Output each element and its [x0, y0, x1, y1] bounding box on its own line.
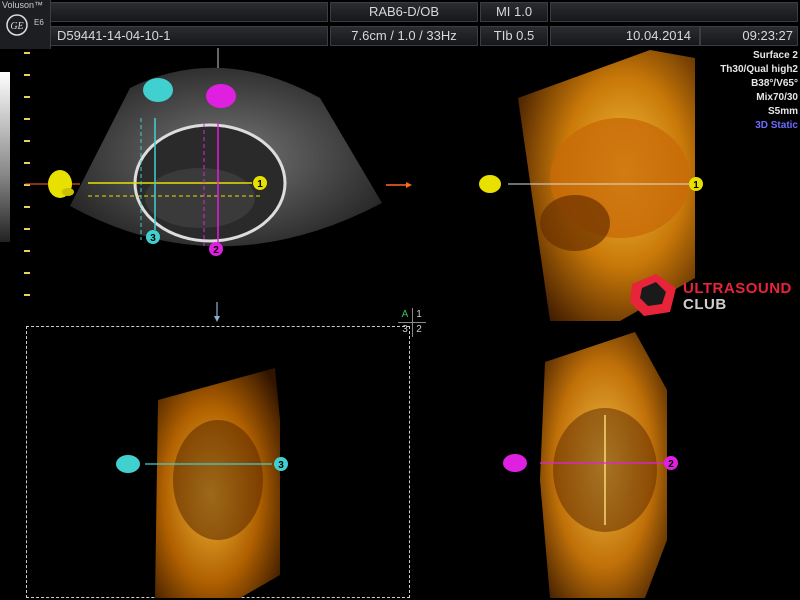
plane-a-sector-view[interactable]: 1 3 2: [20, 48, 420, 318]
ultrasound-club-logo: [630, 274, 676, 316]
grid-cell-a[interactable]: A: [398, 308, 413, 323]
exam-time: 09:23:27: [700, 26, 798, 46]
watermark-line-2: CLUB: [683, 296, 727, 313]
plane-3-marker-label: 3: [150, 233, 156, 244]
fetal-face-shadow: [540, 195, 610, 251]
orientation-arrow-icon: [386, 182, 412, 188]
fetal-head-icon-magenta-d: [503, 454, 527, 472]
svg-text:GE: GE: [10, 21, 23, 32]
fetal-head-icon-yellow-b: [479, 175, 501, 193]
model-name: E6: [34, 18, 44, 27]
fetal-head-icon-cyan: [143, 78, 173, 102]
threshold-quality: Th30/Qual high2: [720, 64, 798, 75]
tib-value: TIb 0.5: [480, 26, 548, 46]
grid-cell-2[interactable]: 2: [412, 323, 426, 337]
plane-3-marker-c-label: 3: [278, 460, 284, 471]
grey-scale-bar: [0, 72, 10, 242]
plane-2-marker-d-label: 2: [668, 459, 674, 470]
render-angles: B38°/V65°: [751, 78, 798, 89]
brand-logo-box: Voluson™ GE E6: [0, 0, 51, 49]
exam-date: 10.04.2014: [550, 26, 700, 46]
plane-1-marker-b[interactable]: 1: [689, 177, 703, 191]
brain-structure: [145, 168, 255, 228]
plane-2-marker[interactable]: 2: [209, 242, 223, 256]
plane-1-marker[interactable]: 1: [253, 176, 267, 190]
slice-thickness: S5mm: [767, 106, 798, 117]
mi-value: MI 1.0: [480, 2, 548, 22]
plane-1-marker-b-label: 1: [693, 180, 699, 191]
fetal-head-icon-cyan-c: [116, 455, 140, 473]
patient-id: D59441-14-04-10-1: [50, 26, 328, 46]
plane-c-3d-render[interactable]: 3: [100, 360, 300, 600]
scan-params: 7.6cm / 1.0 / 33Hz: [330, 26, 478, 46]
fetal-head-icon-yellow: [48, 170, 74, 198]
status-header: Voluson™ GE E6 RAB6-D/OB MI 1.0 D59441-1…: [0, 0, 800, 49]
render-mode: Surface 2: [752, 50, 798, 61]
plane-3-marker[interactable]: 3: [146, 230, 160, 244]
grid-cell-1[interactable]: 1: [412, 308, 426, 323]
fetal-head-icon-magenta: [206, 84, 236, 108]
brand-name: Voluson™: [2, 0, 44, 10]
ge-logo-icon: GE: [6, 14, 28, 36]
plane-2-marker-label: 2: [213, 245, 219, 256]
header-blank-2: [550, 2, 798, 22]
header-blank-1: [50, 2, 328, 22]
plane-d-3d-render[interactable]: 2: [495, 330, 695, 600]
skull-cross-section: [173, 420, 263, 540]
watermark-line-1: ULTRASOUND: [683, 280, 792, 297]
static-mode: 3D Static: [755, 120, 798, 131]
plane-1-marker-label: 1: [257, 179, 263, 190]
render-mix: Mix70/30: [756, 92, 798, 103]
plane-3-marker-c[interactable]: 3: [274, 457, 288, 471]
down-arrow-icon: [214, 302, 220, 322]
probe-preset: RAB6-D/OB: [330, 2, 478, 22]
plane-2-marker-d[interactable]: 2: [664, 456, 678, 470]
